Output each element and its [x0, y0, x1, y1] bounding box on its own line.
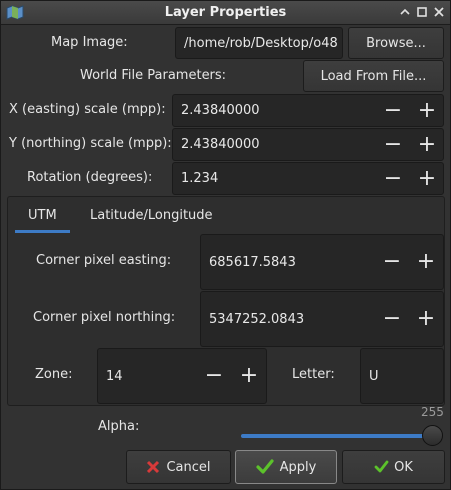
easting-label: Corner pixel easting: [36, 253, 172, 268]
world-file-label: World File Parameters: [80, 68, 227, 83]
zone-value[interactable]: 14 [106, 369, 123, 384]
title-bar[interactable]: Layer Properties [1, 1, 450, 25]
map-image-path-field[interactable]: /home/rob/Desktop/o48 [175, 27, 343, 59]
letter-label: Letter: [292, 367, 335, 382]
cancel-label: Cancel [166, 459, 211, 475]
northing-label: Corner pixel northing: [33, 310, 176, 325]
apply-checkmark-icon [256, 459, 274, 474]
browse-button[interactable]: Browse... [348, 27, 444, 59]
northing-decrement-button[interactable]: − [375, 291, 409, 347]
alpha-slider-handle[interactable] [422, 425, 443, 446]
x-scale-increment-button[interactable]: + [410, 94, 444, 127]
ok-label: OK [394, 459, 413, 475]
active-tab-indicator [15, 230, 70, 233]
cancel-icon [147, 460, 160, 474]
letter-value[interactable]: U [369, 369, 379, 384]
layer-properties-window: Layer Properties Map Image: /home/rob/De… [0, 0, 451, 490]
load-from-file-button[interactable]: Load From File... [303, 60, 444, 92]
rotation-value[interactable]: 1.234 [181, 171, 218, 186]
easting-value[interactable]: 685617.5843 [209, 255, 296, 270]
cancel-button[interactable]: Cancel [126, 450, 231, 484]
ok-button[interactable]: OK [342, 450, 445, 484]
minimize-icon[interactable] [399, 6, 411, 18]
y-scale-increment-button[interactable]: + [410, 128, 444, 161]
maximize-icon[interactable] [416, 6, 428, 18]
y-scale-label: Y (northing) scale (mpp): [9, 136, 172, 151]
close-icon[interactable] [433, 6, 445, 18]
x-scale-label: X (easting) scale (mpp): [9, 102, 166, 117]
alpha-label: Alpha: [98, 419, 140, 434]
ok-checkmark-icon [374, 460, 389, 473]
zone-increment-button[interactable]: + [232, 348, 266, 404]
y-scale-value[interactable]: 2.43840000 [181, 137, 260, 152]
alpha-value: 255 [421, 405, 444, 419]
map-image-label: Map Image: [51, 35, 128, 50]
x-scale-value[interactable]: 2.43840000 [181, 103, 260, 118]
apply-button[interactable]: Apply [235, 450, 337, 484]
zone-decrement-button[interactable]: − [197, 348, 231, 404]
rotation-decrement-button[interactable]: − [376, 162, 410, 195]
alpha-slider-track[interactable] [241, 434, 433, 438]
easting-decrement-button[interactable]: − [375, 234, 409, 290]
y-scale-decrement-button[interactable]: − [376, 128, 410, 161]
northing-value[interactable]: 5347252.0843 [209, 312, 304, 327]
x-scale-decrement-button[interactable]: − [376, 94, 410, 127]
tab-latitude-longitude[interactable]: Latitude/Longitude [90, 198, 213, 232]
tab-utm[interactable]: UTM [28, 198, 57, 232]
northing-increment-button[interactable]: + [409, 291, 443, 347]
letter-field[interactable]: U [360, 348, 444, 404]
zone-label: Zone: [35, 367, 73, 382]
rotation-increment-button[interactable]: + [410, 162, 444, 195]
easting-increment-button[interactable]: + [409, 234, 443, 290]
rotation-label: Rotation (degrees): [27, 170, 153, 185]
apply-label: Apply [279, 459, 317, 475]
window-title: Layer Properties [164, 5, 287, 20]
